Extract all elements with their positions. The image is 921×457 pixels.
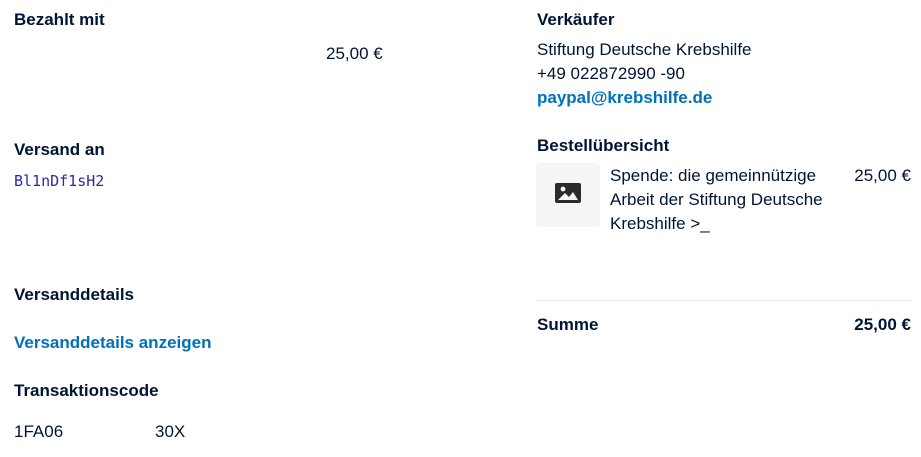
seller-name: Stiftung Deutsche Krebshilfe [537, 40, 752, 59]
order-item-title: Spende: die gemeinnützige Arbeit der Sti… [610, 166, 823, 233]
item-thumbnail [536, 163, 600, 227]
transaction-code-part1: 1FA06 [14, 422, 64, 441]
total-value: 25,00 € [854, 315, 911, 334]
total-label: Summe [537, 315, 599, 334]
paid-amount: 25,00 € [326, 44, 383, 63]
shipping-details-heading: Versanddetails [14, 285, 135, 304]
transaction-code-part2: 30X [155, 422, 186, 441]
seller-email-link[interactable]: paypal@krebshilfe.de [537, 88, 712, 108]
image-placeholder-icon [554, 182, 582, 209]
order-item-price: 25,00 € [854, 166, 911, 185]
show-shipping-details-link[interactable]: Versanddetails anzeigen [14, 333, 211, 353]
paid-with-heading: Bezahlt mit [14, 10, 105, 29]
summary-divider [536, 300, 911, 301]
order-summary-heading: Bestellübersicht [537, 136, 670, 155]
shipping-to-value: Bl1nDf1sH2 [14, 172, 105, 190]
shipping-to-heading: Versand an [14, 140, 105, 159]
seller-heading: Verkäufer [537, 10, 615, 29]
seller-phone: +49 022872990 -90 [537, 64, 685, 83]
transaction-code-heading: Transaktionscode [14, 381, 159, 400]
